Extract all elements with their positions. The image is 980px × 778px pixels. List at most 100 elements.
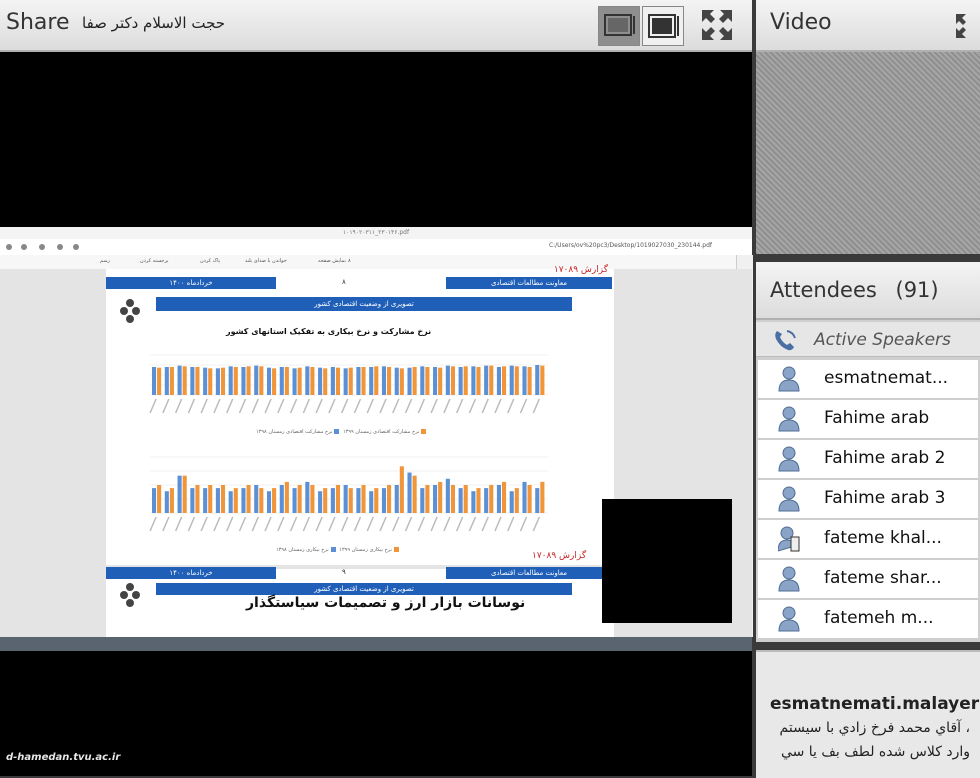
category-label-mark [302,516,311,532]
page-number: ۸ [342,278,346,286]
video-area [756,52,980,254]
chart-bar [279,485,284,513]
fullscreen-button[interactable] [700,8,734,42]
toolbar-item[interactable]: رسم [100,258,110,264]
share-scrollbar[interactable] [0,637,752,651]
toolbar-item[interactable]: برجسته کردن [140,258,169,264]
attendee-row[interactable]: Fahime arab [758,400,978,440]
legend-item: نرخ مشارکت اقتصادی زمستان ۱۳۹۸ [256,429,333,435]
chart-bar [438,481,443,513]
chart-bar [369,367,374,395]
chart-bar [241,488,246,513]
toolbar-item[interactable]: پاک کردن [200,258,220,264]
attendee-row[interactable]: fateme shar... [758,560,978,600]
chart-bar [305,481,310,513]
chart-bar [152,488,157,513]
chart-bar [272,488,277,513]
category-label-mark [430,516,438,532]
chart-bar [412,475,417,513]
attendee-row[interactable]: esmatnemat... [758,360,978,400]
chart-bar [335,485,341,513]
chart-bar [266,491,272,513]
toolbar-item[interactable]: نمایش صفحه [318,258,346,264]
category-label-mark [226,516,234,532]
category-label-mark [481,516,489,532]
category-label-mark [187,398,196,414]
user-icon [778,446,800,472]
video-options-button[interactable] [954,12,978,40]
chart-title: نرخ مشارکت و نرخ بیکاری به تفکیک استانها… [226,327,432,336]
attendee-row[interactable]: Fahime arab 3 [758,480,978,520]
toolbar-page-number[interactable]: ۸ [348,258,351,264]
chart-bar [394,367,399,395]
category-label-mark [507,516,515,532]
category-label-mark [328,398,336,414]
pdf-url[interactable]: C:/Users/ov%20pc3/Desktop/1019027030_230… [549,242,712,249]
chart-bar [407,472,412,513]
chart-bar [489,485,494,513]
category-label-mark [455,398,464,414]
attendee-row[interactable]: Fahime arab 2 [758,440,978,480]
user-icon [778,366,800,392]
chart-bar [208,485,213,513]
chart-bar [445,365,450,395]
chart-bar [297,367,302,395]
toolbar-item[interactable]: خواندن با صدای بلند [245,258,287,264]
chart-bar [476,488,481,513]
category-label-mark [213,398,221,414]
chart-bar [522,481,527,513]
chart-bar [484,488,489,513]
chart-bar [254,485,259,513]
chart-bar [445,478,450,513]
expand-arrows-icon [702,10,732,40]
chart-bar [177,475,182,513]
pdf-toolbar: رسم برجسته کردن پاک کردن خواندن با صدای … [0,255,752,270]
chart-bar [509,491,514,513]
monitor-icon [648,14,679,38]
fit-width-view-button[interactable] [598,6,640,46]
chart1-legend: نرخ مشارکت اقتصادی زمستان ۱۳۹۹ نرخ مشارک… [256,429,428,435]
category-label-mark [404,516,413,532]
attendees-count: (91) [895,278,939,302]
chart-bar [399,368,404,395]
chart-bar [356,488,361,513]
chat-message-line: وارد كلاس شده لطف بف يا سي [780,744,970,760]
chart-bar [535,488,540,513]
chart-bar [501,481,507,513]
actual-size-view-button[interactable] [642,6,684,46]
org-bar: معاونت مطالعات اقتصادی [446,567,612,579]
chart-bar [496,485,501,513]
category-label-mark [366,516,374,532]
attendees-title: Attendees (91) [770,278,939,302]
chart-bar [259,488,264,513]
pdf-window-title: ۱۰۱۹۰۲۰۳۱۱_۲۳۰۱۴۶.pdf [0,227,752,239]
chart-bar [463,366,468,395]
attendees-label: Attendees [770,278,877,302]
pdf-page-9: خردادماه ۱۴۰۰ ۹ معاونت مطالعات اقتصادی ت… [106,567,614,637]
attendee-row[interactable]: fateme khal... [758,520,978,560]
category-label-mark [162,398,170,414]
chart-bar [420,488,425,513]
chart2-legend: نرخ بیکاری زمستان ۱۳۹۹ نرخ بیکاری زمستان… [276,547,401,553]
chart-bar [323,368,328,395]
legend-item: نرخ بیکاری زمستان ۱۳۹۹ [339,547,392,553]
chart-bar [412,367,417,395]
chart-bar [356,367,361,395]
chart-bar [254,365,259,395]
share-header: Share حجت الاسلام دکتر صفا [0,0,752,52]
chart-bar [399,466,404,513]
chart-bar [228,366,233,395]
pdf-page-8: گزارش ۱۷۰۸۹ خردادماه ۱۴۰۰ ۸ معاونت مطالع… [106,265,614,565]
category-label-mark [519,516,528,532]
category-label-mark [392,398,400,414]
attendee-row[interactable]: fatemeh m... [758,600,978,640]
category-label-mark [251,398,259,414]
presenter-name: حجت الاسلام دکتر صفا [82,14,226,32]
org-bar: معاونت مطالعات اقتصادی [446,277,612,289]
chart-bar [203,367,208,395]
chart-bar [323,488,328,513]
chart-bar [164,491,169,513]
share-pod: Share حجت الاسلام دکتر صفا ۱۰۱۹۰۲۰۳۱۱_۲۳… [0,0,753,776]
chart-bar [458,488,463,513]
chart-bar [540,365,545,395]
